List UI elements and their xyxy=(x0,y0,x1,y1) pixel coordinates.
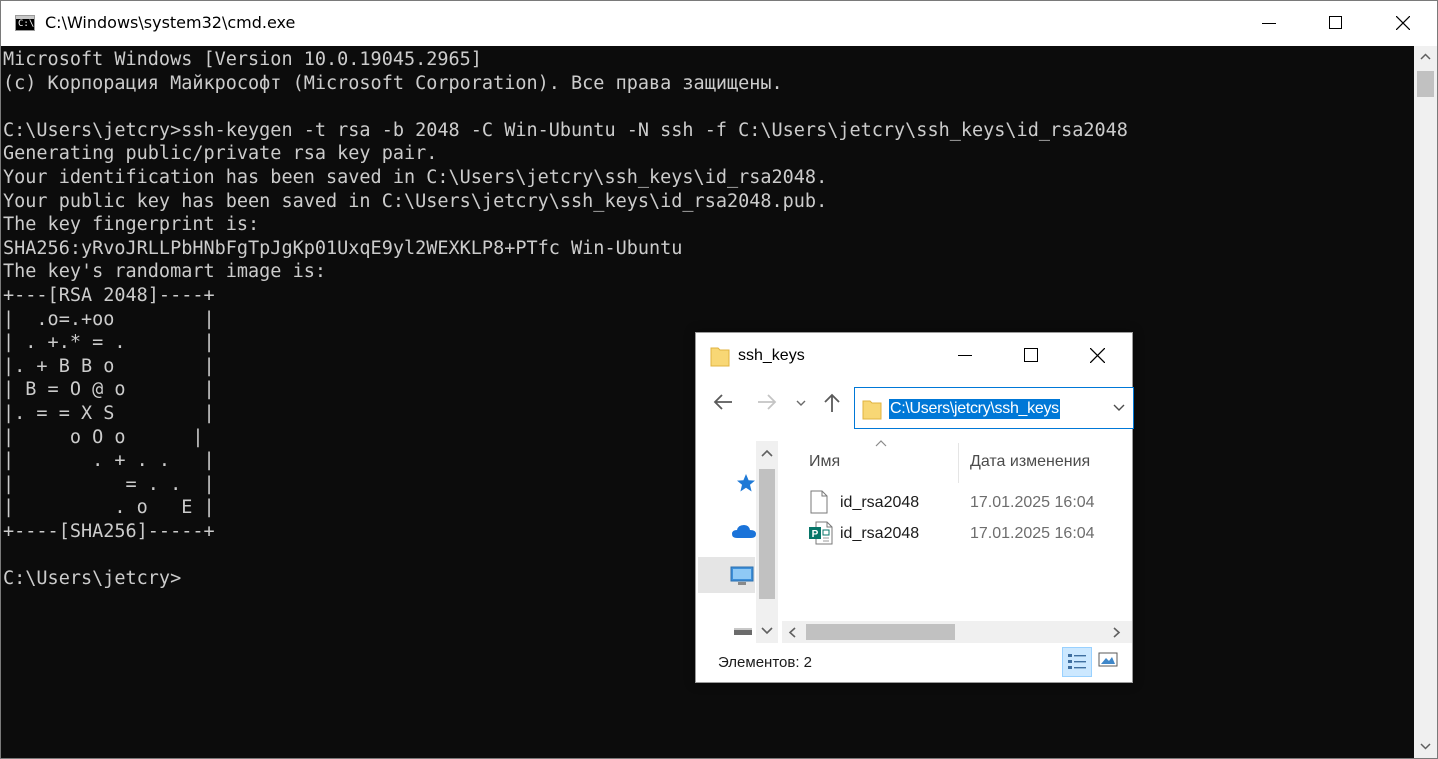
back-arrow-icon[interactable] xyxy=(713,393,733,411)
folder-icon xyxy=(862,400,882,420)
address-path-text[interactable]: C:\Users\jetcry\ssh_keys xyxy=(889,399,1060,419)
column-header-date-modified[interactable]: Дата изменения xyxy=(970,452,1090,472)
cmd-icon-prompt: C:\ xyxy=(18,19,35,29)
cmd-vertical-scrollbar[interactable] xyxy=(1414,46,1437,758)
explorer-close-button[interactable] xyxy=(1064,333,1130,379)
close-icon xyxy=(1090,348,1105,363)
status-bar: Элементов: 2 xyxy=(696,643,1132,682)
large-icons-view-icon[interactable] xyxy=(1098,652,1118,668)
details-view-icon xyxy=(1068,654,1086,669)
file-icon xyxy=(810,490,828,514)
column-header-name[interactable]: Имя xyxy=(809,452,840,472)
navigation-pane xyxy=(696,431,780,643)
forward-arrow-icon[interactable] xyxy=(757,393,777,411)
address-bar[interactable]: C:\Users\jetcry\ssh_keys xyxy=(854,387,1134,429)
recent-locations-chevron-icon[interactable] xyxy=(796,400,806,406)
file-row[interactable]: P id_rsa2048 17.01.2025 16:04 xyxy=(808,519,1128,547)
minimize-icon xyxy=(958,355,972,356)
explorer-window: ssh_keys C:\Users\jetcry\ssh_keys Имя Да… xyxy=(695,332,1134,683)
console-line: Your public key has been saved in C:\Use… xyxy=(3,190,828,212)
computer-icon xyxy=(730,566,754,585)
cmd-scroll-up-button[interactable] xyxy=(1414,46,1437,68)
folder-icon xyxy=(710,347,730,367)
console-line: Microsoft Windows [Version 10.0.19045.29… xyxy=(3,49,482,70)
nav-item-this-pc[interactable] xyxy=(698,557,755,593)
chevron-up-icon xyxy=(1420,53,1431,60)
file-date-modified: 17.01.2025 16:04 xyxy=(970,494,1095,511)
horizontal-scroll-thumb[interactable] xyxy=(806,624,955,640)
navpane-vertical-scrollbar[interactable] xyxy=(756,441,778,643)
column-divider[interactable] xyxy=(958,443,959,483)
up-arrow-icon[interactable] xyxy=(823,393,841,413)
file-row[interactable]: id_rsa2048 17.01.2025 16:04 xyxy=(808,488,1128,516)
console-line: | .o=.+oo | xyxy=(3,308,215,330)
cmd-titlebar[interactable]: C:\ C:\Windows\system32\cmd.exe xyxy=(1,1,1437,46)
console-line: C:\Users\jetcry>ssh-keygen -t rsa -b 204… xyxy=(3,119,1128,141)
file-name: id_rsa2048 xyxy=(840,494,920,511)
cmd-scroll-down-button[interactable] xyxy=(1414,736,1437,758)
svg-text:P: P xyxy=(812,529,819,540)
console-line: SHA256:yRvoJRLLPbHNbFgTpJgKp01UxqE9yl2WE… xyxy=(3,237,683,259)
explorer-navigation-bar: C:\Users\jetcry\ssh_keys xyxy=(696,379,1134,431)
close-icon xyxy=(1396,16,1410,30)
console-line: Generating public/private rsa key pair. xyxy=(3,143,438,165)
console-line: The key's randomart image is: xyxy=(3,261,327,283)
file-name: id_rsa2048 xyxy=(840,525,920,542)
horizontal-scrollbar[interactable] xyxy=(782,621,1132,643)
chevron-left-icon[interactable] xyxy=(788,627,796,638)
details-view-button[interactable] xyxy=(1062,647,1092,677)
maximize-icon xyxy=(1329,16,1342,29)
explorer-maximize-button[interactable] xyxy=(998,333,1064,379)
onedrive-cloud-icon[interactable] xyxy=(731,523,757,539)
drive-icon[interactable] xyxy=(733,627,753,637)
chevron-up-icon[interactable] xyxy=(761,449,773,457)
cmd-app-icon[interactable]: C:\ xyxy=(15,15,35,31)
cmd-close-button[interactable] xyxy=(1368,1,1438,46)
publisher-file-icon: P xyxy=(809,521,833,545)
console-line: (c) Корпорация Майкрософт (Microsoft Cor… xyxy=(3,72,783,94)
explorer-titlebar[interactable]: ssh_keys xyxy=(696,333,1132,379)
cmd-scroll-thumb[interactable] xyxy=(1417,71,1434,97)
quick-access-star-icon[interactable] xyxy=(736,473,756,493)
chevron-down-icon xyxy=(1420,743,1431,750)
chevron-down-icon[interactable] xyxy=(1113,404,1125,412)
file-list-view: Имя Дата изменения id_rsa2048 17.01.2025… xyxy=(782,431,1132,643)
console-line: Your identification has been saved in C:… xyxy=(3,166,828,188)
explorer-window-title: ssh_keys xyxy=(738,347,805,364)
cmd-maximize-button[interactable] xyxy=(1301,1,1371,46)
cmd-window-title: C:\Windows\system32\cmd.exe xyxy=(45,13,296,32)
console-line: The key fingerprint is: xyxy=(3,214,260,236)
minimize-icon xyxy=(1262,23,1276,24)
sort-ascending-icon xyxy=(875,440,887,447)
console-line: +---[RSA 2048]----+ xyxy=(3,284,215,306)
file-date-modified: 17.01.2025 16:04 xyxy=(970,525,1095,542)
cmd-minimize-button[interactable] xyxy=(1234,1,1304,46)
chevron-right-icon[interactable] xyxy=(1113,627,1121,638)
item-count-status: Элементов: 2 xyxy=(718,654,813,671)
maximize-icon xyxy=(1024,348,1038,362)
chevron-down-icon[interactable] xyxy=(761,627,773,635)
explorer-minimize-button[interactable] xyxy=(932,333,998,379)
navpane-scroll-thumb[interactable] xyxy=(759,469,775,599)
